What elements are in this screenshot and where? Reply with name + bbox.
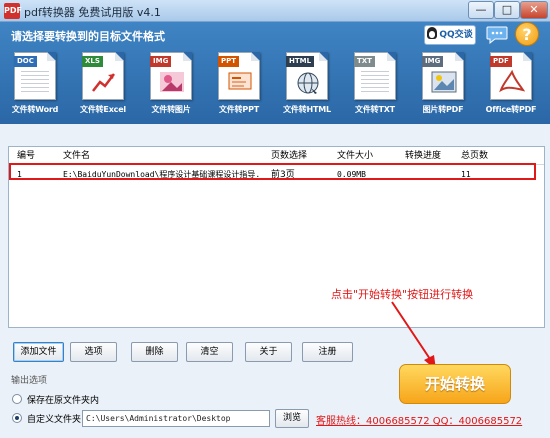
to-ppt-button[interactable]: PPT 文件转PPT bbox=[209, 52, 269, 118]
window-title: pdf转换器 免费试用版 v4.1 bbox=[24, 6, 161, 19]
tool-label: 文件转TXT bbox=[355, 105, 395, 114]
qq-penguin-icon bbox=[427, 27, 438, 39]
output-options-label: 输出选项 bbox=[11, 376, 48, 386]
tool-label: 文件转Word bbox=[11, 105, 59, 114]
office-to-pdf-button[interactable]: PDF Office转PDF bbox=[481, 52, 541, 118]
to-html-button[interactable]: HTML 文件转HTML bbox=[277, 52, 337, 118]
save-in-source-option[interactable]: 保存在原文件夹内 bbox=[12, 393, 132, 407]
tool-label: Office转PDF bbox=[485, 105, 537, 114]
doc-tag: PDF bbox=[490, 56, 512, 67]
hint-arrow-icon bbox=[391, 301, 436, 370]
tool-label: 文件转图片 bbox=[151, 105, 191, 114]
image-to-pdf-icon: IMG bbox=[422, 52, 464, 100]
excel-doc-icon: XLS bbox=[82, 52, 124, 100]
doc-tag: XLS bbox=[82, 56, 103, 67]
add-file-button[interactable]: 添加文件 bbox=[13, 342, 64, 362]
help-button[interactable]: ? bbox=[515, 22, 539, 46]
custom-folder-label: 自定义文件夹 bbox=[27, 415, 82, 425]
browse-button[interactable]: 浏览 bbox=[275, 409, 309, 428]
delete-button[interactable]: 删除 bbox=[131, 342, 178, 362]
close-button[interactable]: ✕ bbox=[520, 1, 548, 19]
save-in-source-label: 保存在原文件夹内 bbox=[27, 396, 100, 406]
office-to-pdf-icon: PDF bbox=[490, 52, 532, 100]
maximize-button[interactable]: □ bbox=[494, 1, 520, 19]
register-button[interactable]: 注册 bbox=[302, 342, 353, 362]
tool-label: 图片转PDF bbox=[422, 105, 464, 114]
image-to-pdf-button[interactable]: IMG 图片转PDF bbox=[413, 52, 473, 118]
doc-tag: TXT bbox=[354, 56, 375, 67]
save-in-source-radio[interactable] bbox=[12, 394, 22, 404]
doc-tag: HTML bbox=[286, 56, 315, 67]
to-word-button[interactable]: DOC 文件转Word bbox=[5, 52, 65, 118]
app-icon: PDF bbox=[4, 3, 22, 19]
ppt-doc-icon: PPT bbox=[218, 52, 260, 100]
output-path-field[interactable]: C:\Users\Administrator\Desktop bbox=[82, 410, 270, 427]
title-bar: PDF pdf转换器 免费试用版 v4.1 — □ ✕ bbox=[0, 0, 550, 22]
format-toolbar: 请选择要转换到的目标文件格式 QQ交谈 ? DOC 文件转Word XLS 文件… bbox=[0, 22, 550, 124]
doc-tag: DOC bbox=[14, 56, 37, 67]
minimize-button[interactable]: — bbox=[468, 1, 494, 19]
format-prompt: 请选择要转换到的目标文件格式 bbox=[11, 30, 165, 43]
to-image-button[interactable]: IMG 文件转图片 bbox=[141, 52, 201, 118]
about-button[interactable]: 关于 bbox=[245, 342, 292, 362]
tool-label: 文件转Excel bbox=[80, 105, 126, 114]
qq-chat-button[interactable]: QQ交谈 bbox=[424, 25, 476, 45]
image-doc-icon: IMG bbox=[150, 52, 192, 100]
doc-tag: PPT bbox=[218, 56, 240, 67]
clear-button[interactable]: 清空 bbox=[186, 342, 233, 362]
start-convert-button[interactable]: 开始转换 bbox=[399, 364, 511, 404]
to-excel-button[interactable]: XLS 文件转Excel bbox=[73, 52, 133, 118]
doc-tag: IMG bbox=[150, 56, 172, 67]
custom-folder-radio[interactable] bbox=[12, 413, 22, 423]
doc-tag: IMG bbox=[422, 56, 444, 67]
support-hotline-link[interactable]: 客服热线：4006685572 QQ：4006685572 bbox=[316, 412, 522, 427]
chat-bubble-icon[interactable] bbox=[486, 23, 508, 45]
to-txt-button[interactable]: TXT 文件转TXT bbox=[345, 52, 405, 118]
html-doc-icon: HTML bbox=[286, 52, 328, 100]
qq-chat-label: QQ交谈 bbox=[439, 30, 473, 40]
options-button[interactable]: 选项 bbox=[70, 342, 117, 362]
txt-doc-icon: TXT bbox=[354, 52, 396, 100]
tool-label: 文件转HTML bbox=[283, 105, 331, 114]
custom-folder-option[interactable]: 自定义文件夹 bbox=[12, 412, 82, 426]
row-highlight-box bbox=[9, 163, 536, 180]
tool-label: 文件转PPT bbox=[219, 105, 259, 114]
word-doc-icon: DOC bbox=[14, 52, 56, 100]
